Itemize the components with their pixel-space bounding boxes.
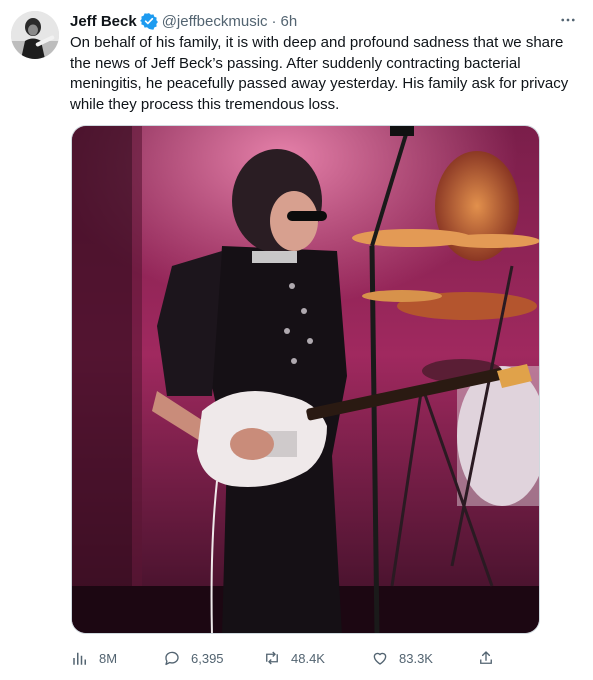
separator-dot: · [271, 12, 277, 30]
verified-badge-icon [139, 12, 158, 30]
views-button[interactable]: 8M [71, 646, 117, 670]
views-count: 8M [99, 650, 118, 666]
more-options-icon[interactable] [557, 9, 579, 31]
concert-photo-illustration [72, 126, 539, 633]
like-button[interactable]: 83.3K [371, 646, 433, 670]
like-count: 83.3K [399, 650, 433, 666]
reply-bubble-icon [165, 651, 179, 666]
timestamp[interactable]: 6h [281, 13, 298, 30]
retweet-icon [266, 651, 278, 665]
retweet-button[interactable]: 48.4K [263, 646, 325, 670]
views-chart-icon [73, 652, 86, 665]
tweet-actions-bar: 8M 6,395 48.4K 83.3K [71, 646, 511, 670]
author-handle[interactable]: @jeffbeckmusic [162, 13, 268, 30]
retweet-count: 48.4K [291, 650, 325, 666]
avatar-image [11, 11, 59, 59]
heart-icon [373, 652, 387, 665]
tweet-header: Jeff Beck @jeffbeckmusic · 6h [70, 11, 579, 31]
author-name[interactable]: Jeff Beck [70, 13, 137, 30]
tweet-text: On behalf of his family, it is with deep… [70, 34, 569, 113]
share-icon [480, 651, 492, 664]
avatar[interactable] [11, 11, 59, 59]
share-button[interactable] [477, 646, 505, 670]
tweet-photo[interactable] [71, 125, 540, 634]
reply-count: 6,395 [191, 650, 224, 666]
reply-button[interactable]: 6,395 [163, 646, 224, 670]
